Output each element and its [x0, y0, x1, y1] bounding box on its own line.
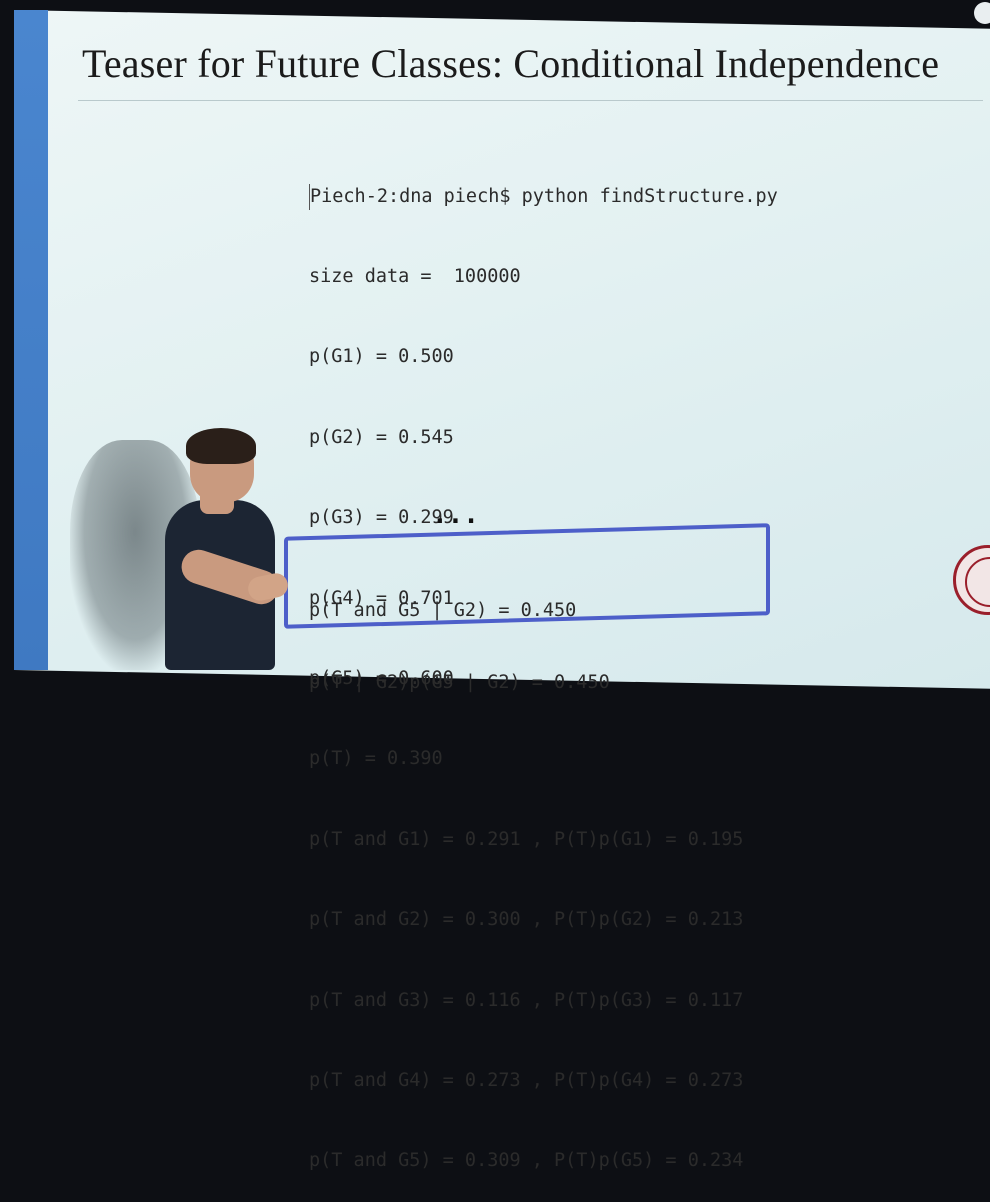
- slide-accent-bar: [14, 10, 48, 670]
- terminal-line: Piech-2:dna piech$ python findStructure.…: [309, 183, 829, 211]
- terminal-line: p(T and G4) = 0.273 , P(T)p(G4) = 0.273: [309, 1069, 744, 1091]
- terminal-line: p(T and G2) = 0.300 , P(T)p(G2) = 0.213: [309, 909, 744, 931]
- terminal-line: p(T and G5) = 0.309 , P(T)p(G5) = 0.234: [309, 1150, 744, 1172]
- terminal-line: p(T and G1) = 0.291 , P(T)p(G1) = 0.195: [309, 828, 744, 850]
- terminal-line: p(T) = 0.390: [309, 748, 443, 770]
- terminal-line: p(G1) = 0.500: [309, 346, 454, 368]
- highlighted-result: p(T and G5 | G2) = 0.450 p(T | G2)p(G5 |…: [309, 551, 610, 719]
- terminal-line: p(T and G3) = 0.116 , P(T)p(G3) = 0.117: [309, 989, 744, 1011]
- title-divider: [78, 100, 983, 101]
- presenter-hair: [186, 428, 256, 464]
- corner-light-icon: [974, 2, 990, 24]
- highlight-line: p(T and G5 | G2) = 0.450: [309, 600, 577, 621]
- terminal-line: p(G2) = 0.545: [309, 426, 454, 448]
- slide-title: Teaser for Future Classes: Conditional I…: [82, 41, 940, 86]
- highlight-line: p(T | G2)p(G5 | G2) = 0.450: [309, 672, 610, 693]
- continuation-ellipsis: ...: [432, 500, 479, 530]
- terminal-line: size data = 100000: [309, 265, 521, 287]
